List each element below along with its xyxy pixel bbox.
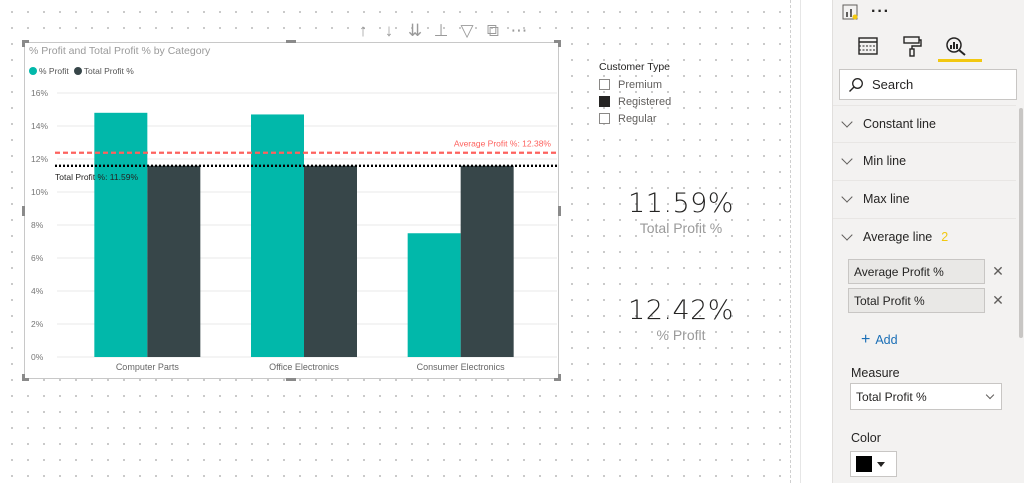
y-tick-label: 0%	[31, 352, 44, 362]
format-paint-roller-icon[interactable]	[897, 32, 927, 60]
bar-profit[interactable]	[94, 112, 148, 357]
section-label: Average line	[863, 230, 933, 244]
slicer-item-label: Premium	[618, 78, 663, 91]
section-min-line[interactable]: Min line	[833, 142, 1016, 179]
total-line-label: Total Profit %: 11.59%	[55, 172, 138, 182]
clustered-column-chart[interactable]: % Profit and Total Profit % by Category …	[22, 40, 561, 381]
line-count-badge: 2	[941, 230, 949, 244]
x-tick-label: Consumer Electronics	[417, 362, 506, 372]
y-tick-label: 4%	[31, 286, 44, 296]
remove-line-close-icon[interactable]: ✕	[991, 263, 1005, 280]
measure-label: Measure	[851, 366, 900, 380]
chevron-down-icon	[985, 390, 995, 400]
fields-tab-icon[interactable]	[853, 32, 883, 60]
focus-mode-icon[interactable]: ⧉	[480, 20, 506, 42]
bar-profit[interactable]	[251, 114, 304, 357]
average-line-label: Average Profit %: 12.38%	[454, 139, 552, 149]
pane-tabs	[853, 32, 982, 62]
pane-top-row: ···	[841, 3, 890, 21]
kpi-label: % Profit	[656, 327, 706, 343]
section-max-line[interactable]: Max line	[833, 180, 1016, 217]
color-label: Color	[851, 431, 881, 445]
chevron-down-icon	[841, 153, 853, 165]
caret-down-icon	[877, 461, 885, 467]
add-label: Add	[875, 333, 898, 347]
visualizations-pane: ··· Search Constant line Min line Max li…	[832, 0, 1024, 483]
section-label: Constant line	[863, 117, 936, 131]
filter-icon[interactable]: ▽	[454, 20, 480, 42]
kpi-card-profit[interactable]: 12.42% % Profit	[606, 295, 756, 343]
kpi-card-total-profit[interactable]: 11.59% Total Profit %	[606, 188, 756, 236]
visual-header-toolbar: ↑ ↓ ⇊ ⊥ ▽ ⧉ ⋯	[350, 20, 532, 42]
checkbox-checked[interactable]	[599, 96, 610, 107]
pane-gap	[800, 0, 831, 483]
more-options-icon[interactable]: ⋯	[506, 20, 532, 42]
line-item-label: Total Profit %	[854, 293, 925, 308]
chevron-down-icon	[841, 229, 853, 241]
customer-type-slicer: Customer Type Premium Registered Regular	[599, 61, 689, 127]
x-tick-label: Computer Parts	[116, 362, 180, 372]
y-tick-label: 6%	[31, 253, 44, 263]
slicer-item-registered[interactable]: Registered	[599, 93, 689, 110]
kpi-value: 12.42%	[628, 295, 734, 326]
slicer-title: Customer Type	[599, 61, 671, 73]
y-tick-label: 8%	[31, 220, 44, 230]
slicer-item-regular[interactable]: Regular	[599, 110, 689, 127]
remove-line-close-icon[interactable]: ✕	[991, 292, 1005, 309]
expand-all-down-icon[interactable]: ⇊	[402, 20, 428, 42]
plus-icon: +	[861, 331, 871, 348]
y-tick-label: 2%	[31, 319, 44, 329]
x-tick-label: Office Electronics	[269, 362, 339, 372]
search-icon	[848, 77, 864, 93]
kpi-value: 11.59%	[628, 188, 734, 219]
custom-visual-icon[interactable]	[841, 3, 859, 21]
bar-totalprofit[interactable]	[147, 165, 201, 357]
measure-selected-value: Total Profit %	[856, 389, 927, 404]
y-tick-label: 14%	[31, 121, 48, 131]
kpi-label: Total Profit %	[639, 220, 723, 236]
line-item-label: Average Profit %	[854, 264, 944, 279]
y-tick-label: 12%	[31, 154, 48, 164]
slicer-item-label: Registered	[618, 95, 672, 108]
measure-dropdown[interactable]: Total Profit %	[850, 383, 1002, 410]
section-average-line[interactable]: Average line 2	[833, 218, 1016, 255]
slicer-item-premium[interactable]: Premium	[599, 76, 689, 93]
bar-totalprofit[interactable]	[460, 165, 514, 357]
y-tick-label: 10%	[31, 187, 48, 197]
checkbox[interactable]	[599, 79, 610, 90]
drill-down-icon[interactable]: ↓	[376, 20, 402, 42]
chevron-down-icon	[841, 191, 853, 203]
average-line-item[interactable]: Total Profit %	[848, 288, 985, 313]
search-placeholder: Search	[872, 77, 914, 92]
average-line-item[interactable]: Average Profit %	[848, 259, 985, 284]
slicer-item-label: Regular	[618, 112, 657, 125]
bar-totalprofit[interactable]	[304, 165, 357, 357]
expand-hierarchy-icon[interactable]: ⊥	[428, 20, 454, 42]
analytics-magnifier-icon[interactable]	[938, 32, 982, 62]
search-input[interactable]: Search	[839, 69, 1017, 100]
section-label: Max line	[863, 192, 910, 206]
y-tick-label: 16%	[31, 88, 48, 98]
section-label: Min line	[863, 154, 907, 168]
add-line-button[interactable]: + Add	[861, 331, 898, 349]
color-picker[interactable]	[850, 451, 897, 477]
chevron-down-icon	[841, 116, 853, 128]
checkbox[interactable]	[599, 113, 610, 124]
bar-profit[interactable]	[407, 233, 461, 357]
more-options-icon[interactable]: ···	[871, 3, 890, 21]
canvas-divider	[790, 0, 791, 483]
color-swatch	[856, 456, 872, 472]
drill-up-icon[interactable]: ↑	[350, 20, 376, 42]
pane-scrollbar[interactable]	[1019, 108, 1023, 338]
section-constant-line[interactable]: Constant line	[833, 105, 1016, 142]
chart-plot-area: 0% 2% 4% 6% 8% 10% 12% 14% 16% Computer Parts Offi…	[31, 88, 557, 372]
